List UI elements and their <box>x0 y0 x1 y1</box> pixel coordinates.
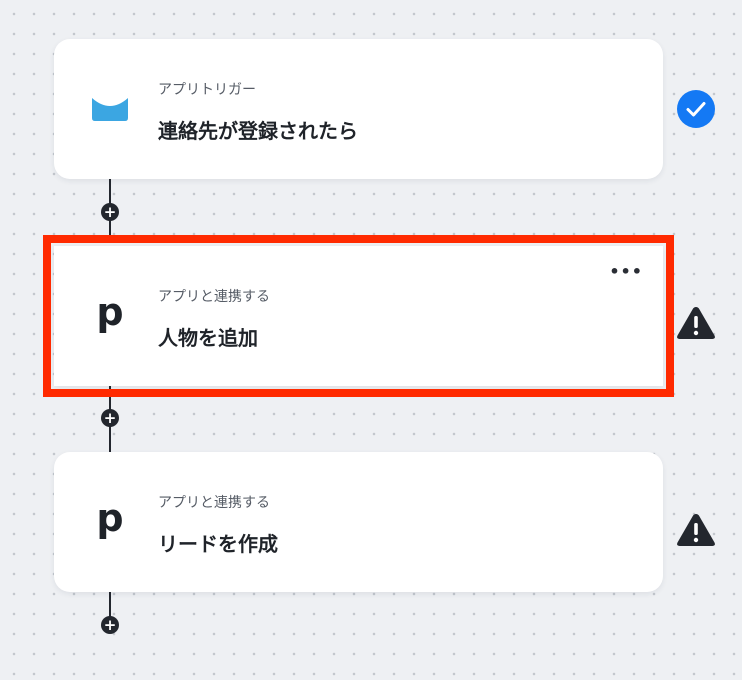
pipedrive-p-icon: p <box>90 498 130 542</box>
flow-step-card-add-person[interactable]: p アプリと連携する 人物を追加 ••• <box>43 235 674 397</box>
add-step-button[interactable]: + <box>101 616 119 634</box>
flow-step-card-create-lead[interactable]: p アプリと連携する リードを作成 <box>54 452 663 592</box>
warning-icon <box>676 303 716 343</box>
add-step-button[interactable]: + <box>101 409 119 427</box>
step-title: 人物を追加 <box>158 326 258 350</box>
step-type-label: アプリと連携する <box>158 289 270 305</box>
getresponse-mail-icon <box>90 89 130 129</box>
step-title: 連絡先が登録されたら <box>158 119 358 143</box>
pipedrive-logo-letter: p <box>96 496 124 540</box>
more-options-icon[interactable]: ••• <box>609 264 643 280</box>
complete-check-icon <box>676 89 716 129</box>
pipedrive-p-icon: p <box>90 292 130 336</box>
warning-icon <box>676 510 716 550</box>
step-title: リードを作成 <box>158 532 278 556</box>
pipedrive-logo-letter: p <box>96 290 124 334</box>
step-type-label: アプリと連携する <box>158 495 270 511</box>
step-type-label: アプリトリガー <box>158 82 256 98</box>
add-step-button[interactable]: + <box>101 203 119 221</box>
flow-step-card-trigger[interactable]: アプリトリガー 連絡先が登録されたら <box>54 39 663 179</box>
